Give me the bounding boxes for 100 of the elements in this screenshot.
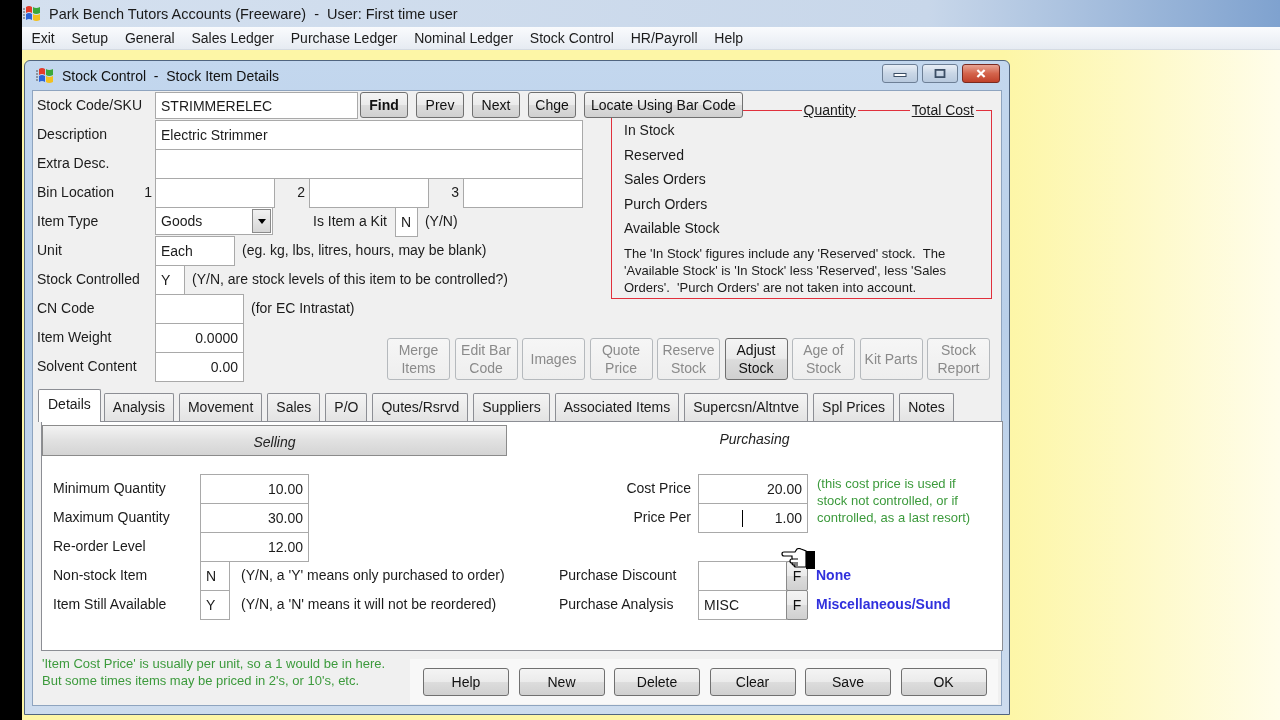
toolbar-button[interactable]: Find <box>360 92 408 118</box>
input-field[interactable] <box>698 561 787 591</box>
row-label: Available Stock <box>624 219 721 238</box>
menu-item[interactable]: Setup <box>63 30 117 46</box>
text-cursor-icon <box>742 509 743 527</box>
field-hint: (eg. kg, lbs, litres, hours, may be blank) <box>242 241 487 260</box>
input-field[interactable]: 20.00 <box>698 474 808 504</box>
field-label: Extra Desc. <box>37 154 111 173</box>
tab[interactable]: Associated Items <box>554 393 680 421</box>
input-field[interactable]: 0.00 <box>155 352 244 382</box>
tab[interactable]: P/O <box>325 393 368 421</box>
input-field[interactable]: Each <box>155 236 235 266</box>
dialog-button[interactable]: Help <box>423 668 509 696</box>
field-label: Price Per <box>632 508 691 527</box>
dialog-button[interactable]: Save <box>805 668 891 696</box>
row-label: In Stock <box>624 121 676 140</box>
field-label: Item Type <box>37 212 100 231</box>
menu-item[interactable]: Exit <box>23 30 64 46</box>
minimize-button[interactable] <box>882 64 918 83</box>
row-label: Reserved <box>624 145 685 165</box>
tab[interactable]: Analysis <box>103 393 174 421</box>
input-field[interactable]: 10.00 <box>200 474 309 504</box>
field-label: Purchase Discount <box>559 566 678 585</box>
bin-number-label: 1 <box>143 183 153 202</box>
menu-item[interactable]: Nominal Ledger <box>405 30 522 46</box>
tab[interactable]: Notes <box>899 393 954 421</box>
input-field[interactable]: Y <box>155 265 185 295</box>
field-label: Minimum Quantity <box>53 479 167 498</box>
price-note: (this cost price is used if stock not controlled, or if controlled, as a last resort) <box>817 475 972 527</box>
input-field[interactable]: 0.0000 <box>155 323 244 353</box>
input-field[interactable]: 1.00 <box>698 503 808 533</box>
dialog-button[interactable]: Delete <box>614 668 700 696</box>
field-label: Stock Controlled <box>37 270 141 289</box>
field-hint: (for EC Intrastat) <box>251 299 355 318</box>
app-title: Park Bench Tutors Accounts (Freeware) - User: First time user <box>49 5 458 22</box>
menu-item[interactable]: Purchase Ledger <box>282 30 406 46</box>
input-field[interactable]: MISC <box>698 590 787 620</box>
input-field[interactable]: N <box>200 561 230 591</box>
section-tab[interactable]: Selling <box>42 425 507 456</box>
lookup-description: None <box>816 566 851 585</box>
tab[interactable]: Qutes/Rsrvd <box>372 393 469 421</box>
field-hint: (Y/N, a 'Y' means only purchased to order) <box>241 566 505 585</box>
menu-item[interactable]: Stock Control <box>521 30 623 46</box>
item-type-dropdown[interactable]: Goods <box>155 207 273 235</box>
app-icon <box>23 4 43 23</box>
field-label: CN Code <box>37 299 96 318</box>
input-field[interactable] <box>155 178 275 208</box>
field-hint: (Y/N, are stock levels of this item to be controlled?) <box>192 270 508 289</box>
field-label: Non-stock Item <box>53 566 149 585</box>
menu-item[interactable]: HR/Payroll <box>622 30 706 46</box>
dialog-button[interactable]: New <box>518 668 605 696</box>
toolbar-button[interactable]: Locate Using Bar Code <box>584 92 743 118</box>
menu-item[interactable]: General <box>116 30 184 46</box>
window-title: Stock Control - Stock Item Details <box>62 67 280 84</box>
field-label: Maximum Quantity <box>53 508 171 527</box>
tab[interactable]: Sales <box>267 393 321 421</box>
tab[interactable]: Suppliers <box>473 393 550 421</box>
input-field[interactable] <box>309 178 429 208</box>
hand-pointer-icon <box>781 548 815 569</box>
field-hint: (Y/N) <box>424 212 458 231</box>
close-icon <box>974 69 988 78</box>
menu-item[interactable]: Help <box>705 30 752 46</box>
input-field[interactable]: N <box>394 207 418 237</box>
action-button[interactable]: Adjust Stock <box>724 338 788 380</box>
lookup-button[interactable]: F <box>786 590 808 620</box>
input-field[interactable]: Y <box>200 590 230 620</box>
row-label: Purch Orders <box>624 194 709 214</box>
toolbar-button[interactable]: Prev <box>416 92 464 118</box>
input-field[interactable]: Electric Strimmer <box>155 120 583 150</box>
input-field[interactable]: STRIMMERELEC <box>155 92 358 119</box>
bin-number-label: 2 <box>296 183 306 202</box>
dialog-button[interactable]: OK <box>900 668 987 696</box>
input-field[interactable]: 12.00 <box>200 532 309 562</box>
field-label: Description <box>37 125 109 144</box>
field-label: Item Still Available <box>53 595 168 614</box>
dialog-button[interactable]: Clear <box>709 668 796 696</box>
field-label: Stock Code/SKU <box>37 96 144 115</box>
field-label: Re-order Level <box>53 537 147 556</box>
input-field[interactable]: 30.00 <box>200 503 309 533</box>
toolbar-button[interactable]: Chge <box>528 92 576 118</box>
field-label: Cost Price <box>625 479 691 498</box>
footer-note: 'Item Cost Price' is usually per unit, so a 1 would be in here. But some times items may be priced in 2's, or 10's, etc. <box>41 655 387 690</box>
tab[interactable]: Details <box>38 389 101 422</box>
section-tab[interactable]: Purchasing <box>507 425 1002 456</box>
tab[interactable]: Supercsn/Altntve <box>684 393 809 421</box>
menu-item[interactable]: Sales Ledger <box>183 30 283 46</box>
column-header: Total Cost <box>909 102 976 118</box>
input-field[interactable] <box>463 178 583 208</box>
input-field[interactable] <box>155 149 583 179</box>
toolbar-button[interactable]: Next <box>472 92 520 118</box>
field-label: Item Weight <box>37 328 113 347</box>
close-button[interactable] <box>962 64 1000 83</box>
app-icon <box>36 66 56 85</box>
lookup-description: Miscellaneous/Sund <box>816 595 951 614</box>
dropdown-button[interactable] <box>252 209 271 233</box>
field-label: Unit <box>37 241 63 260</box>
tab[interactable]: Movement <box>178 393 263 421</box>
input-field[interactable] <box>155 294 244 324</box>
maximize-button[interactable] <box>922 64 958 83</box>
tab[interactable]: Spl Prices <box>813 393 895 421</box>
